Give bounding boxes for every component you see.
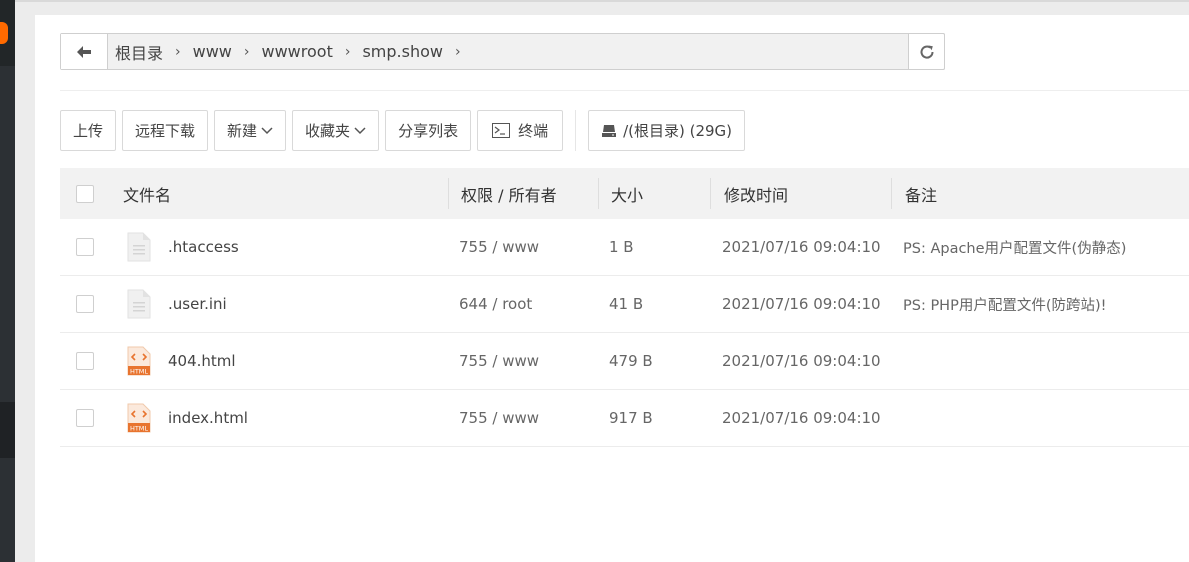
path-bar: 根目录 › www › wwwroot › smp.show › [60, 33, 945, 70]
chevron-right-icon: › [243, 43, 250, 60]
favorites-label: 收藏夹 [305, 122, 351, 140]
upload-button[interactable]: 上传 [60, 110, 117, 151]
file-size: 1 B [609, 238, 634, 256]
upload-label: 上传 [73, 122, 104, 140]
file-perm[interactable]: 644 / root [459, 276, 532, 332]
terminal-label: 终端 [518, 122, 549, 140]
file-size: 917 B [609, 409, 653, 427]
breadcrumb-item-smp-show[interactable]: smp.show [354, 42, 451, 61]
share-list-button[interactable]: 分享列表 [385, 110, 472, 151]
row-checkbox[interactable] [76, 409, 94, 427]
sidebar [0, 0, 15, 562]
file-manager-panel: 根目录 › www › wwwroot › smp.show › 上传 远程下载… [35, 15, 1189, 562]
html-badge: HTML [130, 368, 148, 376]
new-dropdown-button[interactable]: 新建 [214, 110, 287, 151]
select-all-checkbox[interactable] [76, 184, 94, 203]
file-mtime: 2021/07/16 09:04:10 [722, 409, 881, 427]
file-remark: PS: Apache用户配置文件(伪静态) [903, 240, 1127, 257]
refresh-icon [920, 45, 934, 59]
row-select-cell [76, 276, 94, 332]
column-divider [891, 178, 892, 209]
row-select-cell [76, 333, 94, 389]
header-name[interactable]: 文件名 [123, 168, 171, 219]
new-label: 新建 [227, 122, 258, 140]
table-row[interactable]: HTML 404.html 755 / www 479 B 2021/07/16… [60, 333, 1189, 390]
toolbar-divider [575, 110, 577, 151]
breadcrumb-item-root[interactable]: 根目录 [107, 40, 171, 64]
chevron-right-icon[interactable]: › [451, 44, 465, 60]
file-name[interactable]: .htaccess [168, 219, 239, 275]
disk-label: /(根目录) (29G) [623, 122, 733, 140]
chevron-down-icon [261, 126, 273, 134]
disk-icon [602, 124, 617, 137]
file-name[interactable]: index.html [168, 390, 248, 446]
favorites-dropdown-button[interactable]: 收藏夹 [292, 110, 380, 151]
row-select-cell [76, 390, 94, 446]
table-row[interactable]: .user.ini 644 / root 41 B 2021/07/16 09:… [60, 276, 1189, 333]
header-perm[interactable]: 权限 / 所有者 [461, 168, 557, 219]
file-name[interactable]: .user.ini [168, 276, 227, 332]
breadcrumb: 根目录 › www › wwwroot › smp.show › [107, 34, 465, 69]
header-mtime[interactable]: 修改时间 [724, 168, 788, 219]
header-size[interactable]: 大小 [611, 168, 643, 219]
file-name[interactable]: 404.html [168, 333, 236, 389]
column-divider [448, 178, 449, 209]
top-divider [15, 0, 1189, 2]
file-mtime: 2021/07/16 09:04:10 [722, 295, 881, 313]
remote-download-label: 远程下载 [135, 122, 196, 140]
arrow-left-icon [77, 45, 91, 58]
remote-download-button[interactable]: 远程下载 [122, 110, 209, 151]
toolbar: 上传 远程下载 新建 收藏夹 分享列表 终端 /(根目录) (29G) [60, 110, 751, 151]
file-perm[interactable]: 755 / www [459, 333, 539, 389]
table-header: 文件名 权限 / 所有者 大小 修改时间 备注 [60, 168, 1189, 219]
table-row[interactable]: .htaccess 755 / www 1 B 2021/07/16 09:04… [60, 219, 1189, 276]
column-divider [598, 178, 599, 209]
row-checkbox[interactable] [76, 352, 94, 370]
back-button[interactable] [61, 34, 108, 69]
column-divider [710, 178, 711, 209]
sidebar-badge[interactable] [0, 22, 8, 44]
text-file-icon [127, 276, 151, 332]
file-perm[interactable]: 755 / www [459, 390, 539, 446]
refresh-button[interactable] [908, 33, 945, 70]
disk-button[interactable]: /(根目录) (29G) [588, 110, 746, 151]
row-checkbox[interactable] [76, 295, 94, 313]
chevron-right-icon: › [344, 43, 351, 60]
chevron-right-icon: › [175, 43, 181, 60]
terminal-icon [492, 123, 511, 138]
html-file-icon: HTML [127, 390, 151, 446]
file-table: 文件名 权限 / 所有者 大小 修改时间 备注 .htaccess 755 / … [60, 168, 1189, 447]
section-divider [60, 90, 1189, 91]
file-perm[interactable]: 755 / www [459, 219, 539, 275]
terminal-button[interactable]: 终端 [477, 110, 564, 151]
file-size: 479 B [609, 352, 653, 370]
file-size: 41 B [609, 295, 644, 313]
header-remark: 备注 [905, 185, 938, 205]
text-file-icon [127, 219, 151, 275]
row-checkbox[interactable] [76, 238, 94, 256]
file-mtime: 2021/07/16 09:04:10 [722, 238, 881, 256]
breadcrumb-item-wwwroot[interactable]: wwwroot [254, 42, 341, 61]
row-select-cell [76, 219, 94, 275]
html-file-icon: HTML [127, 333, 151, 389]
file-mtime: 2021/07/16 09:04:10 [722, 352, 881, 370]
html-badge: HTML [130, 425, 148, 433]
breadcrumb-item-www[interactable]: www [185, 42, 240, 61]
file-remark: PS: PHP用户配置文件(防跨站)! [903, 297, 1107, 314]
share-list-label: 分享列表 [398, 122, 459, 140]
select-all-cell [76, 168, 94, 219]
sidebar-item-active[interactable] [0, 402, 15, 458]
chevron-down-icon [354, 126, 366, 134]
table-row[interactable]: HTML index.html 755 / www 917 B 2021/07/… [60, 390, 1189, 447]
